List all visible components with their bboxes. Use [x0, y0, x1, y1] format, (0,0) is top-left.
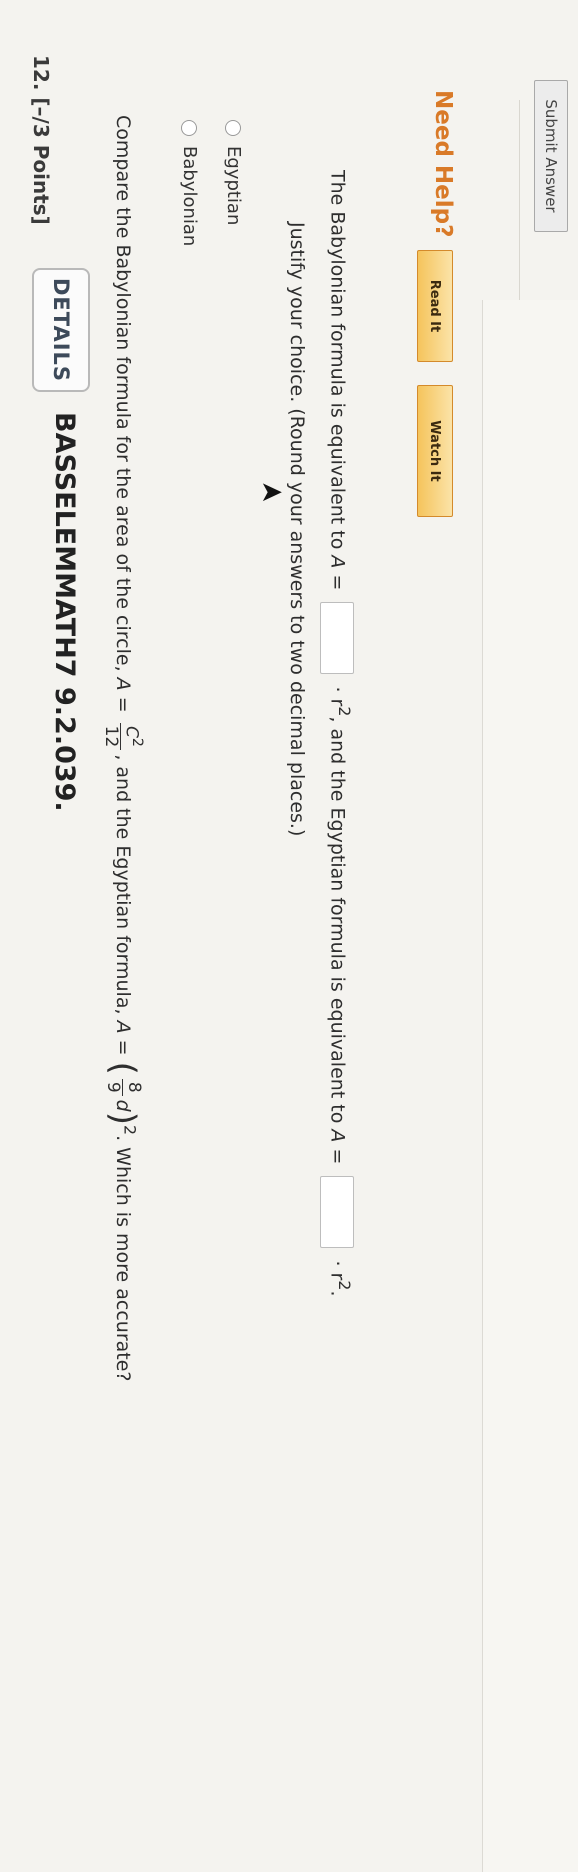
babylonian-exponent: 2 [129, 737, 145, 747]
watch-it-button[interactable]: Watch It [417, 385, 453, 517]
prompt-text-3: . Which is more accurate? [112, 1135, 135, 1382]
justify-instruction: Justify your choice. (Round your answers… [286, 222, 308, 837]
close-paren-icon: ) [102, 1111, 143, 1125]
equiv-exp-2: 2 [334, 1280, 354, 1291]
submit-answer-button[interactable]: Submit Answer [534, 80, 568, 232]
details-button[interactable]: DETAILS [32, 268, 90, 392]
egyptian-fraction: 89 [103, 1078, 144, 1096]
equiv-exp-1: 2 [334, 706, 354, 717]
equiv-end: . [326, 1290, 349, 1297]
option-egyptian[interactable]: Egyptian [223, 120, 244, 225]
question-number: 12. [–/3 Points] [29, 55, 53, 225]
egyptian-variable: d [112, 1099, 135, 1112]
equiv-var-1: A = [326, 555, 349, 597]
equiv-var-2: A = [326, 1129, 349, 1171]
question-panel: 12. [–/3 Points] DETAILS BASSELEMMATH7 9… [0, 0, 578, 1872]
need-help-label: Need Help? [430, 90, 456, 238]
equiv-text-4: · r [326, 1254, 349, 1281]
radio-icon[interactable] [181, 120, 198, 136]
course-code: BASSELEMMATH7 9.2.039. [49, 412, 80, 812]
babylonian-numerator: C [121, 726, 142, 738]
babylonian-coefficient-input[interactable] [320, 602, 354, 675]
question-prompt: Compare the Babylonian formula for the a… [100, 115, 145, 1382]
egyptian-coefficient-input[interactable] [320, 1176, 354, 1249]
equivalence-sentence: The Babylonian formula is equivalent to … [320, 170, 354, 1296]
read-it-button[interactable]: Read It [417, 250, 453, 362]
open-paren-icon: ( [102, 1061, 143, 1075]
answer-panel [482, 300, 578, 1872]
egyptian-lhs: A = [112, 1020, 135, 1062]
option-babylonian[interactable]: Babylonian [179, 120, 200, 246]
egyptian-numerator: 8 [122, 1078, 144, 1096]
prompt-text-1: Compare the Babylonian formula for the a… [112, 115, 135, 678]
egyptian-denominator: 9 [103, 1081, 124, 1093]
babylonian-fraction: C2 12 [100, 722, 145, 751]
equiv-text-3: , and the Egyptian formula is equivalent… [326, 716, 349, 1130]
babylonian-lhs: A = [112, 677, 135, 719]
option-label: Babylonian [179, 146, 200, 247]
equiv-text-2: · r [326, 680, 349, 707]
option-label: Egyptian [223, 146, 244, 226]
babylonian-denominator: 12 [100, 725, 121, 748]
radio-icon[interactable] [225, 120, 242, 136]
mouse-cursor-icon: ➤ [259, 475, 284, 509]
equiv-text-1: The Babylonian formula is equivalent to [326, 170, 349, 556]
egyptian-exponent: 2 [120, 1125, 140, 1136]
prompt-text-2: , and the Egyptian formula, [112, 754, 135, 1021]
